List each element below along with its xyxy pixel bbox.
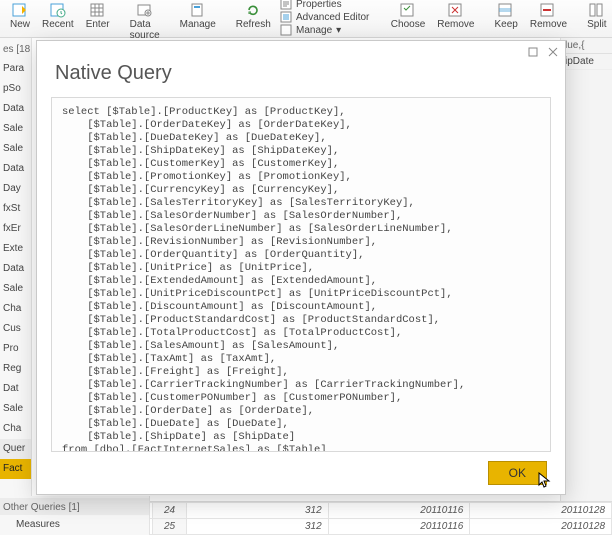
cell: 312 <box>187 503 329 519</box>
native-query-text[interactable]: select [$Table].[ProductKey] as [Product… <box>51 97 551 452</box>
query-item[interactable]: Measures <box>0 515 149 535</box>
editor-icon <box>280 11 292 23</box>
cell: 20110128 <box>470 503 612 519</box>
ribbon-label: Data source <box>130 19 160 41</box>
query-item[interactable]: fxEr <box>0 219 31 239</box>
ribbon-manage-dropdown[interactable]: Manage ▾ <box>280 24 369 36</box>
chevron-down-icon: ▾ <box>336 25 341 36</box>
query-item[interactable]: Data <box>0 159 31 179</box>
query-item[interactable]: Cha <box>0 299 31 319</box>
ribbon-sub-label: Advanced Editor <box>296 12 369 23</box>
query-item[interactable]: Pro <box>0 339 31 359</box>
query-item-selected[interactable]: Fact <box>0 459 31 479</box>
remove-col-icon <box>447 2 465 18</box>
properties-icon <box>280 0 292 10</box>
ribbon-recent[interactable]: Recent <box>38 2 78 32</box>
query-item[interactable]: Sale <box>0 279 31 299</box>
close-button[interactable] <box>547 46 559 58</box>
column-header[interactable]: lue,{ <box>561 38 612 54</box>
ok-button-label: OK <box>509 466 526 480</box>
ribbon-remove-rows[interactable]: Remove <box>526 2 571 32</box>
recent-icon <box>49 2 67 18</box>
query-item[interactable]: Sale <box>0 399 31 419</box>
manage-icon <box>189 2 207 18</box>
query-item[interactable]: Data <box>0 99 31 119</box>
row-index: 24 <box>153 503 187 519</box>
query-item[interactable]: Quer <box>0 439 31 459</box>
row-index: 25 <box>153 519 187 535</box>
ribbon-manage[interactable]: Manage <box>176 2 220 32</box>
query-item[interactable]: Exte <box>0 239 31 259</box>
ribbon-properties[interactable]: Properties <box>280 0 369 10</box>
refresh-icon <box>244 2 262 18</box>
ribbon-sub-label: Properties <box>296 0 342 10</box>
ribbon-keep[interactable]: Keep <box>491 2 522 32</box>
ok-button[interactable]: OK <box>488 461 547 485</box>
ribbon-new[interactable]: New <box>6 2 34 32</box>
cell: 20110116 <box>328 503 470 519</box>
ribbon-split[interactable]: Split <box>583 2 610 32</box>
manage-icon <box>280 24 292 36</box>
cell: 20110116 <box>328 519 470 535</box>
ribbon-datasource[interactable]: Data source <box>126 2 164 43</box>
choose-icon <box>399 2 417 18</box>
data-preview-right: lue,{ ipDate <box>560 38 612 535</box>
query-item[interactable]: Cha <box>0 419 31 439</box>
ribbon-label: Keep <box>495 19 518 30</box>
ribbon-enter[interactable]: Enter <box>82 2 114 32</box>
dialog-titlebar <box>37 41 565 62</box>
ribbon-label: Manage <box>180 19 216 30</box>
ribbon-choose[interactable]: Choose <box>387 2 429 32</box>
query-item[interactable]: fxSt <box>0 199 31 219</box>
query-item[interactable]: Dat <box>0 379 31 399</box>
cursor-icon <box>538 472 552 490</box>
query-item[interactable]: Para <box>0 59 31 79</box>
ribbon-refresh[interactable]: Refresh <box>232 2 275 32</box>
queries-panel: es [18 Para pSo Data Sale Sale Data Day … <box>0 38 32 535</box>
remove-rows-icon <box>539 2 557 18</box>
ribbon-label: Choose <box>391 19 425 30</box>
ribbon-label: Refresh <box>236 19 271 30</box>
dialog-footer: OK <box>37 452 565 494</box>
ribbon-sub-group: Properties Advanced Editor Manage ▾ <box>280 0 369 36</box>
query-item[interactable]: Day <box>0 179 31 199</box>
ribbon-remove[interactable]: Remove <box>433 2 478 32</box>
query-item[interactable]: pSo <box>0 79 31 99</box>
queries-panel-header: es [18 <box>0 42 31 59</box>
ribbon-label: Remove <box>437 19 474 30</box>
column-header[interactable]: ipDate <box>561 54 612 70</box>
native-query-dialog: Native Query select [$Table].[ProductKey… <box>36 40 566 495</box>
query-item[interactable]: Data <box>0 259 31 279</box>
ribbon-label: New <box>10 19 30 30</box>
cell: 20110128 <box>470 519 612 535</box>
keep-rows-icon <box>497 2 515 18</box>
ribbon-label: Remove <box>530 19 567 30</box>
query-group[interactable]: Other Queries [1] <box>0 498 149 515</box>
query-item[interactable]: Cus <box>0 319 31 339</box>
query-item[interactable]: Sale <box>0 139 31 159</box>
split-icon <box>588 2 606 18</box>
cell: 312 <box>187 519 329 535</box>
maximize-button[interactable] <box>527 46 539 58</box>
query-item[interactable]: Sale <box>0 119 31 139</box>
ribbon-toolbar: New Recent Enter Data source Manage Refr… <box>0 0 612 38</box>
ribbon-advanced-editor[interactable]: Advanced Editor <box>280 11 369 23</box>
datasource-icon <box>136 2 154 18</box>
query-item[interactable]: Reg <box>0 359 31 379</box>
ribbon-label: Recent <box>42 19 74 30</box>
ribbon-label: Enter <box>86 19 110 30</box>
dialog-title: Native Query <box>37 62 565 91</box>
plus-icon <box>11 2 29 18</box>
ribbon-sub-label: Manage <box>296 25 332 36</box>
ribbon-label: Split <box>587 19 606 30</box>
grid-icon <box>89 2 107 18</box>
